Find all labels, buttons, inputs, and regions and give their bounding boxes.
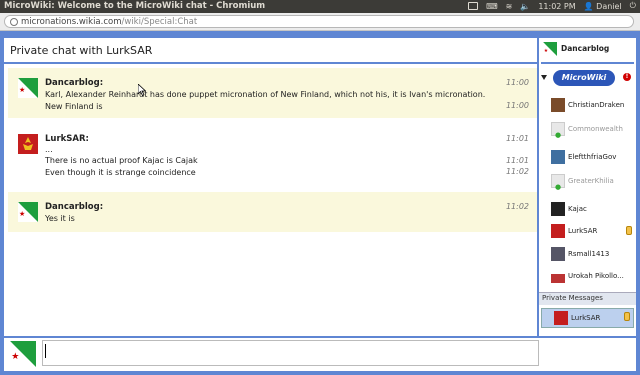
user-icon: 👤: [583, 1, 594, 11]
user-list-sidebar: ★ Dancarblog MicroWiki ! ChristianDraken…: [539, 38, 636, 336]
chat-message: ★ Dancarblog: Karl, Alexander Reinhardt …: [8, 68, 537, 118]
address-bar[interactable]: micronations.wikia.com/wiki/Special:Chat: [4, 15, 634, 28]
message-text: ...: [45, 145, 53, 154]
user-name: Kajac: [568, 205, 587, 213]
private-messages-header: Private Messages: [539, 292, 636, 305]
user-name: ChristianDraken: [568, 101, 625, 109]
text-caret: [45, 344, 46, 358]
message-author[interactable]: LurkSAR:: [45, 134, 89, 144]
private-messages-label: Private Messages: [542, 294, 603, 302]
chat-message: ★ Dancarblog: 11:02 Yes it is: [8, 192, 537, 232]
flag-avatar-icon: ★: [10, 341, 36, 367]
user-avatar: [551, 269, 565, 283]
user-avatar: [551, 224, 565, 238]
user-name: Urokah Pikollo...: [568, 272, 624, 280]
window-titlebar: MicroWiki: Welcome to the MicroWiki chat…: [0, 0, 640, 13]
user-name: EleftthfriaGov: [568, 153, 617, 161]
message-time: 11:02: [505, 202, 529, 211]
user-list-item[interactable]: Rsmall1413: [551, 247, 635, 263]
chat-title: Private chat with LurkSAR: [10, 44, 153, 57]
user-list-item[interactable]: ChristianDraken: [551, 98, 635, 114]
notification-badge: !: [623, 73, 631, 81]
keyboard-icon[interactable]: ⌨: [486, 2, 498, 11]
url-domain: micronations.wikia.com: [21, 17, 122, 27]
power-icon[interactable]: ⏻: [630, 1, 636, 11]
system-tray: ⌨ ≋ 🔈 11:02 PM 👤 Daniel ⏻: [468, 1, 636, 11]
message-author[interactable]: Dancarblog:: [45, 78, 103, 88]
user-avatar: [551, 98, 565, 112]
flag-avatar-icon: ★: [543, 42, 557, 56]
message-time: 11:01: [505, 156, 529, 165]
flag-avatar-icon: ★: [18, 78, 38, 98]
private-message-item[interactable]: LurkSAR: [541, 308, 634, 328]
user-list-item[interactable]: Urokah Pikollo...: [551, 269, 635, 285]
wifi-icon[interactable]: ≋: [506, 2, 513, 11]
address-text[interactable]: micronations.wikia.com/wiki/Special:Chat: [21, 17, 197, 27]
user-list-item[interactable]: LurkSAR: [551, 224, 635, 240]
svg-text:★: ★: [19, 210, 25, 218]
user-avatar: [551, 247, 565, 261]
message-input[interactable]: [42, 340, 539, 366]
flag-avatar-icon: ★: [18, 202, 38, 222]
wiki-room-row[interactable]: MicroWiki !: [539, 70, 636, 88]
message-text: Karl, Alexander Reinhardt has done puppe…: [45, 90, 486, 99]
chat-messages[interactable]: ★ Dancarblog: Karl, Alexander Reinhardt …: [4, 64, 537, 336]
message-time: 11:01: [505, 134, 529, 143]
current-user-name: Dancarblog: [561, 44, 610, 53]
user-avatar: [554, 311, 568, 325]
user-avatar: [551, 150, 565, 164]
mail-icon[interactable]: [468, 2, 479, 10]
message-text: New Finland is: [45, 102, 103, 111]
user-name: LurkSAR: [568, 227, 598, 235]
volume-icon[interactable]: 🔈: [520, 2, 530, 11]
page-info-icon[interactable]: [10, 18, 18, 26]
wiki-logo[interactable]: MicroWiki: [553, 70, 615, 86]
message-time: 11:00: [505, 78, 529, 87]
user-list-item[interactable]: Commonwealth ●: [551, 122, 635, 139]
svg-text:★: ★: [19, 86, 25, 94]
emblem-avatar-icon: [18, 134, 38, 154]
user-list-item[interactable]: GreaterKhilia ●: [551, 174, 635, 191]
user-name: Rsmall1413: [568, 250, 610, 258]
medal-icon: [624, 312, 630, 321]
user-name: Commonwealth: [568, 125, 623, 133]
user-name: GreaterKhilia: [568, 177, 614, 185]
user-list-item[interactable]: EleftthfriaGov: [551, 150, 635, 166]
message-input-bar: ★: [4, 338, 636, 371]
user-name: Daniel: [596, 1, 622, 11]
svg-text:★: ★: [11, 352, 19, 362]
message-text: Even though it is strange coincidence: [45, 168, 196, 177]
message-text: There is no actual proof Kajac is Cajak: [45, 156, 198, 165]
message-time: 11:00: [505, 101, 529, 110]
user-list-item[interactable]: Kajac: [551, 202, 635, 218]
chat-message: LurkSAR: 11:01 ... There is no actual pr…: [8, 126, 537, 184]
clock[interactable]: 11:02 PM: [538, 2, 575, 11]
message-author[interactable]: Dancarblog:: [45, 202, 103, 212]
message-time: 11:02: [505, 167, 529, 176]
chat-header: Private chat with LurkSAR: [4, 38, 537, 64]
user-menu[interactable]: 👤 Daniel: [584, 2, 622, 11]
svg-text:★: ★: [544, 48, 549, 54]
url-path: /wiki/Special:Chat: [121, 17, 198, 27]
browser-toolbar: micronations.wikia.com/wiki/Special:Chat: [0, 13, 640, 31]
user-name: LurkSAR: [571, 314, 601, 322]
window-title: MicroWiki: Welcome to the MicroWiki chat…: [4, 1, 266, 11]
user-avatar: [551, 202, 565, 216]
collapse-triangle-icon[interactable]: [541, 75, 547, 80]
away-icon: ●: [555, 183, 562, 191]
away-icon: ●: [555, 131, 562, 139]
mouse-cursor-icon: [138, 84, 146, 96]
message-text: Yes it is: [45, 214, 75, 223]
medal-icon: [626, 226, 632, 235]
current-user[interactable]: ★ Dancarblog: [541, 40, 634, 64]
